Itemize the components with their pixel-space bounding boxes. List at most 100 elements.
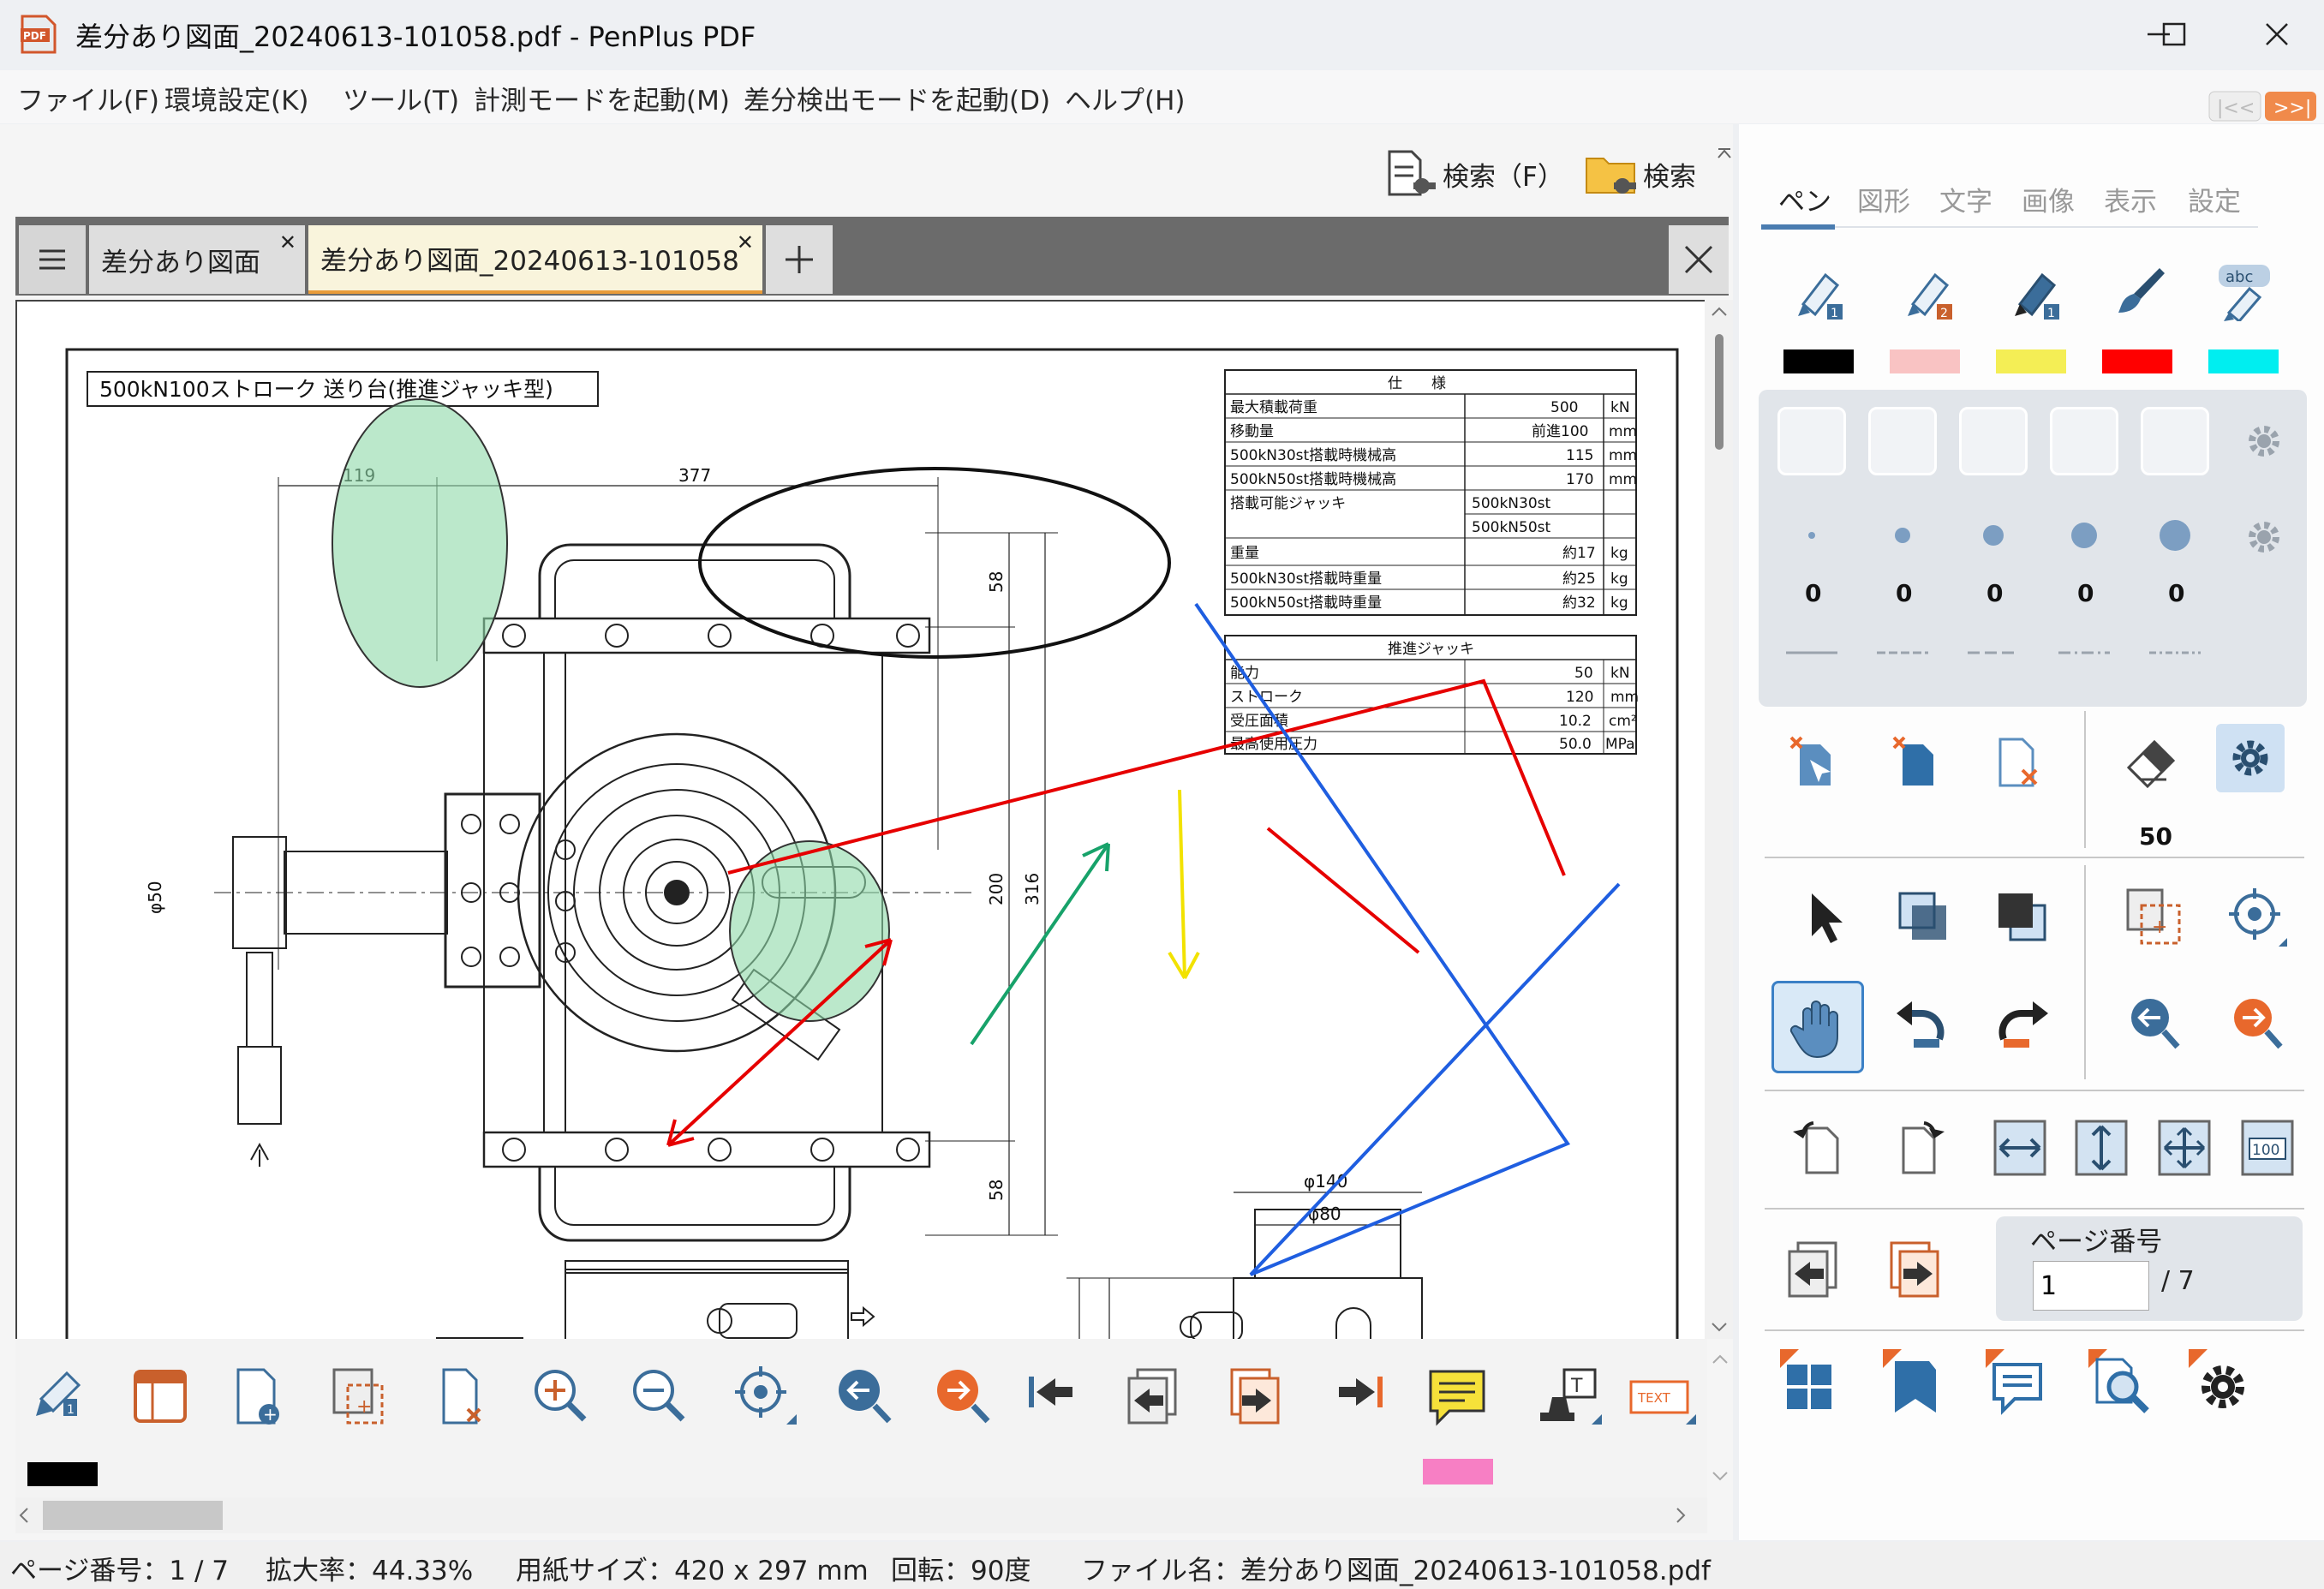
brush-icon[interactable] [2106,257,2174,326]
panel-nav-arrows[interactable]: |<< >>| [2208,91,2318,122]
bookmark-icon[interactable] [1883,1349,1951,1418]
menu-tools[interactable]: ツール(T) [343,79,459,117]
green-ellipse-annotation[interactable] [332,398,508,688]
delete-page-annotations-icon[interactable] [1883,728,1951,797]
delete-page-icon[interactable] [442,1368,481,1425]
tab-list-button[interactable] [19,225,86,294]
pen-color-swatch[interactable] [1996,349,2066,373]
black-ellipse-annotation[interactable] [698,467,1171,659]
next-page-icon[interactable] [1230,1368,1280,1425]
tab-pen[interactable]: ペン [1778,180,1831,218]
highlighter-icon[interactable]: 1 [2000,257,2069,326]
tab-shape[interactable]: 図形 [1857,180,1910,218]
maximize-button[interactable] [2123,0,2225,69]
zoom-previous-icon[interactable] [2120,989,2189,1058]
comment-icon[interactable] [1429,1370,1485,1426]
area-select-icon[interactable]: + [2120,882,2189,951]
pen-color-swatch[interactable] [1783,349,1854,373]
zoom-next-icon[interactable] [2223,989,2291,1058]
menu-help[interactable]: ヘルプ(H) [1065,79,1186,117]
pen-slot[interactable] [2141,407,2209,475]
fit-width-icon[interactable] [1986,1114,2054,1182]
previous-page-icon[interactable] [1780,1234,1849,1302]
text-stamp-icon[interactable]: TEXT [1629,1380,1696,1425]
tab-image[interactable]: 画像 [2022,180,2075,218]
stamp-icon[interactable]: T [1540,1368,1602,1425]
close-document-button[interactable] [1669,225,1729,294]
marker-1-icon[interactable]: 1 [1783,257,1852,326]
actual-size-icon[interactable]: 100 [2233,1114,2302,1182]
tab-close-icon[interactable]: ✕ [279,230,296,254]
vertical-scrollbar[interactable] [1705,300,1733,1339]
bring-front-icon[interactable] [1889,882,1957,951]
zoom-fit-icon[interactable] [735,1366,797,1425]
zoom-in-icon[interactable] [535,1370,587,1422]
tab-document-2[interactable]: 差分あり図面_20240613-101058 ✕ [308,225,762,294]
line-width-option[interactable] [2160,520,2190,551]
add-page-icon[interactable]: + [236,1368,279,1425]
first-page-icon[interactable] [1029,1377,1072,1407]
search-panel-icon[interactable] [2088,1349,2157,1418]
target-icon[interactable] [2223,882,2291,951]
tab-document-1[interactable]: 差分あり図面 ✕ [89,225,305,294]
line-width-option[interactable] [1808,532,1815,539]
pen-slot[interactable] [1868,407,1937,475]
thumbnail-grid-icon[interactable] [1780,1349,1849,1418]
horizontal-scrollbar[interactable] [15,1497,1707,1533]
text-marker-icon[interactable]: abc [2210,257,2279,326]
pen-color-swatch[interactable] [2208,349,2279,373]
next-page-icon[interactable] [1882,1234,1951,1302]
yellow-arrow-annotation[interactable] [1168,789,1200,980]
page-number-input[interactable] [2033,1261,2149,1311]
select-arrow-icon[interactable] [1786,882,1855,951]
redo-icon[interactable] [1987,992,2056,1060]
menu-measure-mode[interactable]: 計測モードを起動(M) [474,79,730,117]
gear-icon[interactable] [2234,407,2294,475]
close-window-button[interactable] [2230,0,2324,69]
menu-settings[interactable]: 環境設定(K) [164,79,309,117]
pen-slot[interactable] [1959,407,2028,475]
insert-page-icon[interactable]: + [332,1368,384,1425]
next-view-icon[interactable] [937,1370,990,1424]
pen-color-swatch[interactable] [1890,349,1960,373]
menu-diff-mode[interactable]: 差分検出モードを起動(D) [744,79,1050,117]
rotate-left-icon[interactable] [1783,1114,1852,1182]
line-width-option[interactable] [2071,523,2097,548]
tab-view[interactable]: 表示 [2104,180,2157,218]
rotate-right-icon[interactable] [1889,1114,1957,1182]
document-layout-icon[interactable] [134,1370,187,1423]
previous-view-icon[interactable] [839,1370,892,1424]
pdf-page-view[interactable]: 500kN100ストローク 送り台(推進ジャッキ型) 仕 様 最大積載荷重 50… [15,300,1706,1342]
fit-page-icon[interactable] [2150,1114,2219,1182]
pen-color-swatch[interactable] [27,1462,98,1486]
marker-2-icon[interactable]: 2 [1893,257,1962,326]
new-tab-button[interactable] [766,225,833,294]
zoom-out-icon[interactable] [633,1370,685,1422]
tab-settings[interactable]: 設定 [2188,180,2241,218]
eraser-settings-icon[interactable] [2216,724,2285,792]
tab-text[interactable]: 文字 [1939,180,1992,218]
tab-close-icon[interactable]: ✕ [737,230,754,254]
comment-color-swatch[interactable] [1423,1459,1493,1484]
gear-icon[interactable] [2234,503,2294,571]
eraser-icon[interactable] [2116,724,2184,792]
delete-all-annotations-icon[interactable] [1986,728,2054,797]
send-back-icon[interactable] [1987,882,2056,951]
undo-icon[interactable] [1889,992,1957,1060]
pen-slot[interactable] [2050,407,2118,475]
file-search-button[interactable]: 検索（F） [1384,148,1564,200]
line-width-option[interactable] [1983,525,2004,546]
delete-last-icon[interactable] [1780,728,1849,797]
folder-search-button[interactable]: 検索 [1585,148,1696,200]
annotation-list-icon[interactable] [1986,1349,2054,1418]
hand-tool-icon[interactable] [1771,981,1864,1073]
pen-color-swatch[interactable] [2102,349,2172,373]
green-ellipse-annotation[interactable] [729,840,890,1022]
menu-file[interactable]: ファイル(F) [17,79,159,117]
previous-page-icon[interactable] [1127,1368,1177,1425]
last-page-icon[interactable] [1339,1377,1383,1407]
collapse-toolbar-button[interactable] [1716,146,1733,183]
panel-settings-icon[interactable] [2189,1349,2257,1418]
pen-tool-icon[interactable]: 1 [36,1371,81,1417]
toolbar-scroll[interactable] [1709,1349,1731,1490]
